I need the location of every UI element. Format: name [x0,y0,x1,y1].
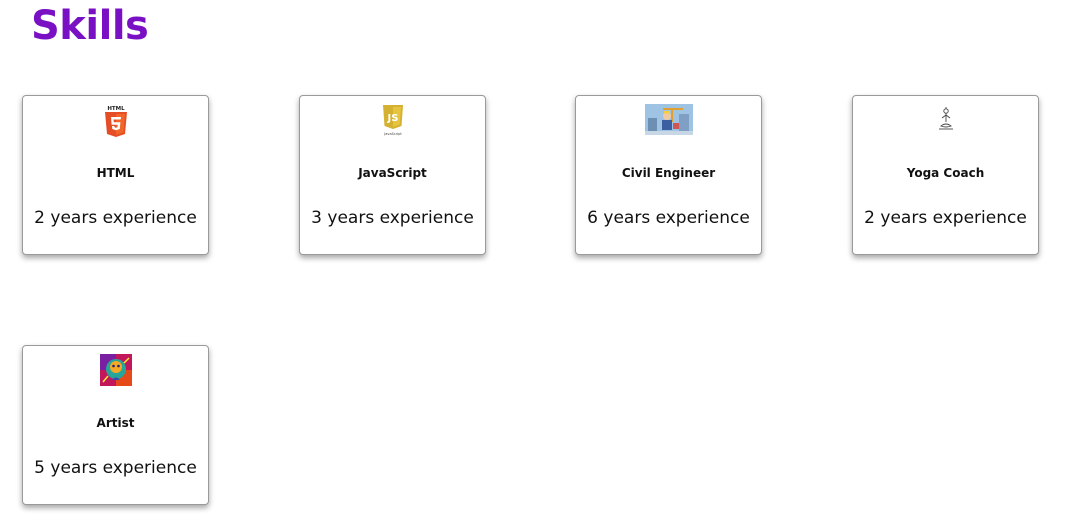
svg-text:HTML: HTML [107,106,125,112]
skill-name: Artist [96,416,135,430]
skill-experience: 5 years experience [34,458,197,478]
skill-experience: 2 years experience [34,208,197,228]
skill-name: Yoga Coach [906,166,985,180]
skill-experience: 6 years experience [587,208,750,228]
svg-text:JavaScript: JavaScript [383,132,402,136]
skill-card-html: HTML HTML 2 years experience [22,95,209,255]
skill-name: JavaScript [358,166,427,180]
civil-engineer-illustration-icon [644,104,693,135]
page-title: Skills [31,3,149,49]
skill-card-yoga-coach: Yoga Coach 2 years experience [852,95,1039,255]
skill-name: HTML [96,166,135,180]
skill-experience: 2 years experience [864,208,1027,228]
javascript-logo-icon: JS JavaScript [382,105,403,136]
html5-logo-icon: HTML [104,106,127,137]
skill-card-javascript: JS JavaScript JavaScript 3 years experie… [299,95,486,255]
skill-card-civil-engineer: Civil Engineer 6 years experience [575,95,762,255]
skill-card-artist: Artist 5 years experience [22,345,209,505]
svg-text:JS: JS [386,113,398,124]
skill-experience: 3 years experience [311,208,474,228]
skill-name: Civil Engineer [621,166,716,180]
colorful-portrait-art-icon [99,354,132,386]
yoga-pose-icon [938,107,953,130]
